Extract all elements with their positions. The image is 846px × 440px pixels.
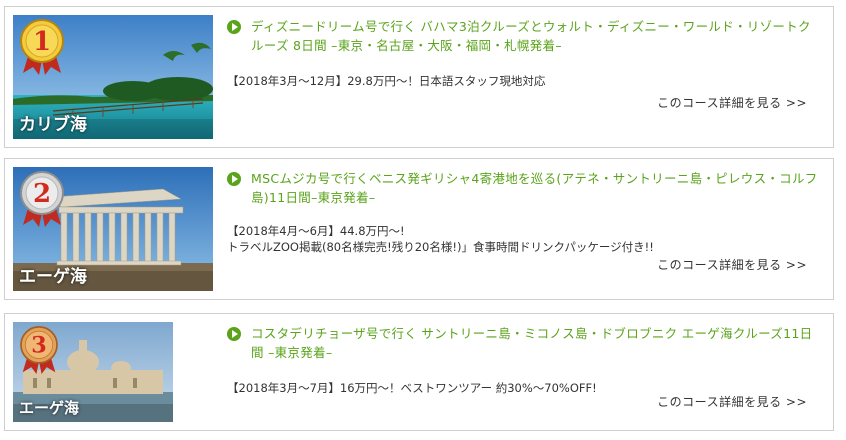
destination-label: カリブ海 xyxy=(19,115,87,135)
rank-number: 1 xyxy=(33,27,51,57)
cruise-description: 【2018年4月〜6月】44.8万円〜! トラベルZOO掲載(80名様完売!残り… xyxy=(227,223,819,255)
cruise-thumbnail[interactable]: 2 エーゲ海 xyxy=(13,167,213,291)
destination-label: エーゲ海 xyxy=(19,399,80,417)
description-line: 【2018年3月〜12月】29.8万円〜！日本語スタッフ現地対応 xyxy=(227,74,546,88)
course-details-link[interactable]: このコース詳細を見る >> xyxy=(657,94,807,111)
play-arrow-icon xyxy=(227,20,241,34)
cruise-thumbnail[interactable]: 3 エーゲ海 xyxy=(13,322,173,422)
title-row: コスタデリチョーザ号で行く サントリーニ島・ミコノス島・ドブロブニク エーゲ海ク… xyxy=(227,324,819,362)
cruise-card: 1 カリブ海 ディズニードリーム号で行く バハマ3泊クルーズとウォルト・ディズニ… xyxy=(4,6,834,148)
description-line: 【2018年4月〜6月】44.8万円〜! xyxy=(227,224,405,238)
course-details-link[interactable]: このコース詳細を見る >> xyxy=(657,393,807,410)
cruise-description: 【2018年3月〜12月】29.8万円〜！日本語スタッフ現地対応 xyxy=(227,73,819,89)
play-arrow-icon xyxy=(227,172,241,186)
cruise-thumbnail[interactable]: 1 カリブ海 xyxy=(13,15,213,139)
play-arrow-icon xyxy=(227,327,241,341)
description-line: トラベルZOO掲載(80名様完売!残り20名様!)」食事時間ドリンクパッケージ付… xyxy=(227,240,654,254)
destination-label: エーゲ海 xyxy=(19,267,87,287)
title-row: MSCムジカ号で行くベニス発ギリシャ4寄港地を巡る(アテネ・サントリーニ島・ピレ… xyxy=(227,169,819,207)
cruise-content: MSCムジカ号で行くベニス発ギリシャ4寄港地を巡る(アテネ・サントリーニ島・ピレ… xyxy=(227,169,819,291)
cruise-title-link[interactable]: MSCムジカ号で行くベニス発ギリシャ4寄港地を巡る(アテネ・サントリーニ島・ピレ… xyxy=(251,169,819,207)
cruise-content: コスタデリチョーザ号で行く サントリーニ島・ミコノス島・ドブロブニク エーゲ海ク… xyxy=(227,324,819,422)
cruise-title-link[interactable]: ディズニードリーム号で行く バハマ3泊クルーズとウォルト・ディズニー・ワールド・… xyxy=(251,17,819,55)
silver-medal-icon: 2 xyxy=(20,171,64,227)
cruise-content: ディズニードリーム号で行く バハマ3泊クルーズとウォルト・ディズニー・ワールド・… xyxy=(227,17,819,139)
rank-number: 2 xyxy=(33,179,51,209)
rank-number: 3 xyxy=(31,333,47,359)
bronze-medal-icon: 3 xyxy=(20,326,58,374)
course-details-link[interactable]: このコース詳細を見る >> xyxy=(657,256,807,273)
title-row: ディズニードリーム号で行く バハマ3泊クルーズとウォルト・ディズニー・ワールド・… xyxy=(227,17,819,55)
gold-medal-icon: 1 xyxy=(20,19,64,75)
cruise-card: 3 エーゲ海 コスタデリチョーザ号で行く サントリーニ島・ミコノス島・ドブロブニ… xyxy=(4,313,834,431)
cruise-ranking-list: 1 カリブ海 ディズニードリーム号で行く バハマ3泊クルーズとウォルト・ディズニ… xyxy=(0,0,846,440)
cruise-title-link[interactable]: コスタデリチョーザ号で行く サントリーニ島・ミコノス島・ドブロブニク エーゲ海ク… xyxy=(251,324,819,362)
cruise-card: 2 エーゲ海 MSCムジカ号で行くベニス発ギリシャ4寄港地を巡る(アテネ・サント… xyxy=(4,158,834,300)
